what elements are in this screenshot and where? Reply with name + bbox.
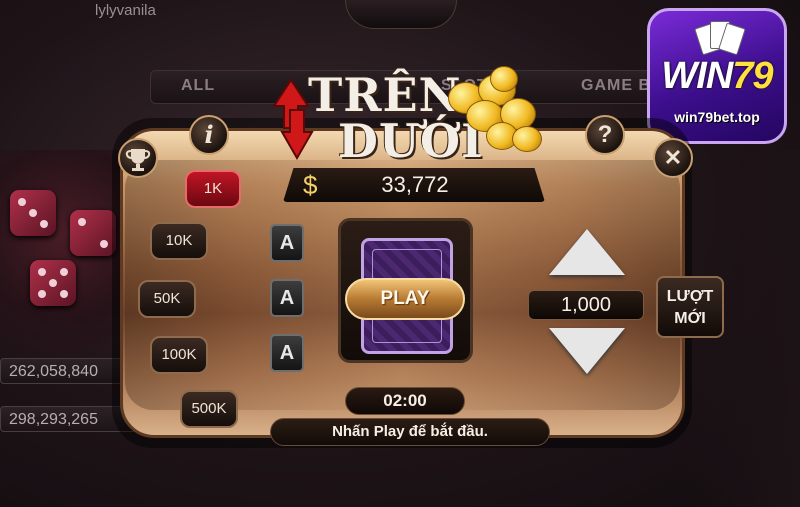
balance-amount: 33,772 [381, 172, 449, 197]
player-avatar [345, 0, 457, 29]
die-icon [70, 210, 116, 256]
player-username: lylyvanila [95, 2, 156, 19]
info-icon: i [204, 120, 214, 149]
leaderboard-button[interactable] [118, 138, 158, 178]
instruction-text: Nhấn Play để bắt đầu. [270, 418, 550, 446]
play-button[interactable]: PLAY [345, 278, 465, 320]
close-button[interactable]: ✕ [653, 138, 693, 178]
bet-amount: 1,000 [528, 290, 644, 320]
close-icon: ✕ [663, 145, 683, 170]
lower-arrow-button[interactable] [549, 328, 625, 374]
die-icon [30, 260, 76, 306]
tab-all[interactable]: ALL [181, 77, 215, 95]
higher-arrow-button[interactable] [549, 229, 625, 275]
chip-100k[interactable]: 100K [150, 336, 208, 374]
playing-cards-icon [694, 21, 746, 56]
dice-game-thumbnail[interactable] [0, 150, 130, 360]
new-round-label-line2: MỚI [674, 310, 706, 327]
help-button[interactable]: ? [585, 115, 625, 155]
card-history-slot: A [270, 224, 304, 262]
card-history-slot: A [270, 279, 304, 317]
help-icon: ? [597, 121, 613, 148]
trophy-icon [125, 149, 151, 171]
tab-game-bai[interactable]: GAME B [581, 77, 651, 95]
new-round-button[interactable]: LƯỢT MỚI [656, 276, 724, 338]
title-duoi: DƯỚI [338, 114, 484, 168]
info-button[interactable]: i [189, 115, 229, 155]
chip-50k[interactable]: 50K [138, 280, 196, 318]
logo-wordmark: WIN79 [661, 55, 773, 97]
die-icon [10, 190, 56, 236]
chip-10k[interactable]: 10K [150, 222, 208, 260]
chip-500k[interactable]: 500K [180, 390, 238, 428]
dollar-icon: $ [303, 170, 318, 200]
round-timer: 02:00 [345, 387, 465, 415]
new-round-label-line1: LƯỢT [666, 288, 714, 305]
card-history-slot: A [270, 334, 304, 372]
chip-1k[interactable]: 1K [185, 170, 241, 208]
